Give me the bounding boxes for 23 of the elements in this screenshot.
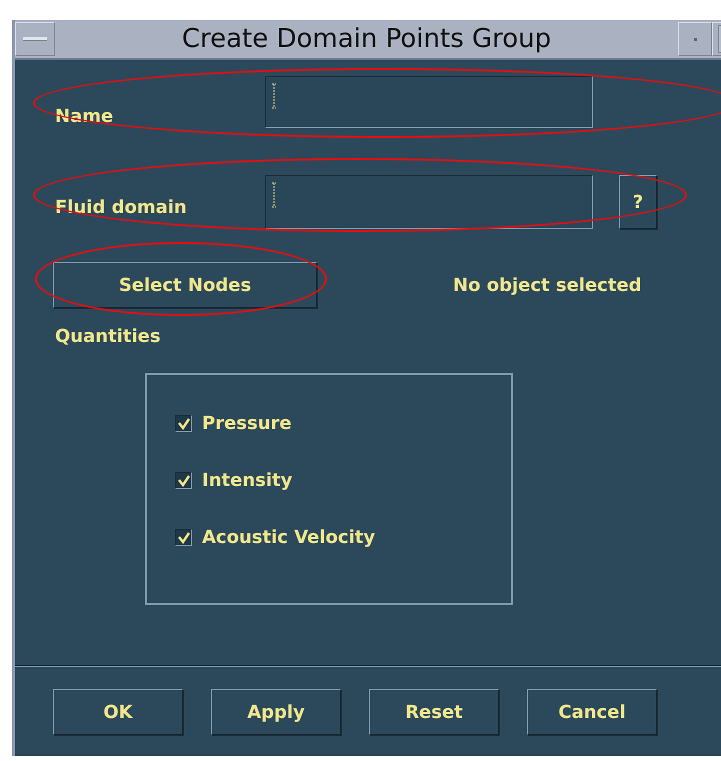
checkbox-label: Acoustic Velocity xyxy=(202,527,376,548)
text-cursor-icon xyxy=(272,182,276,208)
dialog-button[interactable]: Cancel xyxy=(527,689,657,735)
dialog-button[interactable]: Reset xyxy=(369,689,499,735)
name-input-field[interactable] xyxy=(265,76,593,128)
selection-status: No object selected xyxy=(453,274,642,296)
checkbox[interactable] xyxy=(175,529,192,546)
quantities-label: Quantities xyxy=(55,326,162,347)
dialog-button[interactable]: Apply xyxy=(211,689,341,735)
name-label: Name xyxy=(55,104,114,126)
fluid-domain-input-field[interactable] xyxy=(265,175,593,229)
checkbox[interactable] xyxy=(175,415,192,432)
select-nodes-button[interactable]: Select Nodes xyxy=(53,262,317,308)
help-button[interactable]: ? xyxy=(619,175,657,229)
checkbox[interactable] xyxy=(175,472,192,489)
window-menu-button[interactable] xyxy=(15,22,55,56)
dialog-button[interactable]: OK xyxy=(53,689,183,735)
text-cursor-icon xyxy=(272,83,276,109)
checkbox-label: Intensity xyxy=(202,470,292,491)
checkbox-label: Pressure xyxy=(202,413,292,434)
window-title: Create Domain Points Group xyxy=(180,24,552,54)
minimize-button[interactable] xyxy=(678,22,712,56)
fluid-domain-label: Fluid domain xyxy=(55,196,188,218)
